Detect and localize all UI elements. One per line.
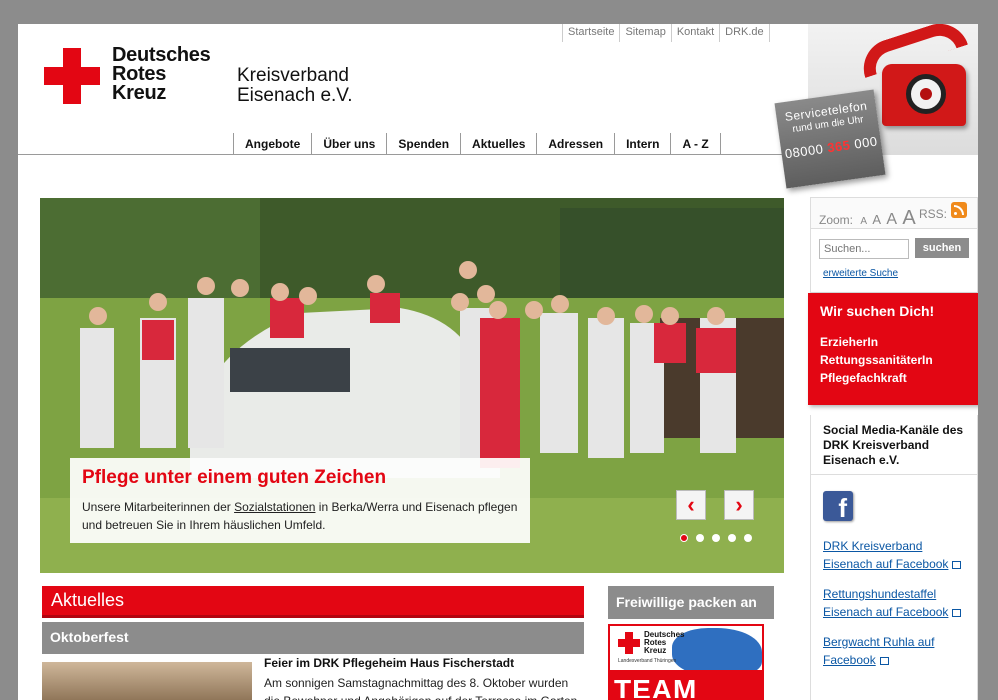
sidebar: Zoom: A A A A RSS: suchen erweiterte Suc…	[808, 197, 978, 700]
sozialstationen-link[interactable]: Sozialstationen	[234, 500, 315, 514]
news-subsection-title[interactable]: Oktoberfest	[42, 622, 584, 654]
tools-bar: Zoom: A A A A RSS:	[810, 197, 978, 229]
news-headline[interactable]: Feier im DRK Pflegeheim Haus Fischerstad…	[264, 656, 514, 670]
org-line: Eisenach e.V.	[237, 85, 353, 106]
external-link-icon	[952, 560, 962, 569]
jobs-box[interactable]: Wir suchen Dich! ErzieherIn Rettungssani…	[808, 293, 978, 405]
job-item[interactable]: RettungssanitäterIn	[820, 351, 978, 369]
search-box: suchen erweiterte Suche	[810, 229, 978, 293]
social-links: DRK Kreisverband Eisenach auf Facebook R…	[811, 521, 977, 697]
page: Deutsches Rotes Kreuz Kreisverband Eisen…	[18, 24, 978, 700]
nav-sitemap[interactable]: Sitemap	[619, 24, 670, 42]
zoom-medium-button[interactable]: A	[872, 212, 881, 227]
nav-startseite[interactable]: Startseite	[562, 24, 619, 42]
nav-a-z[interactable]: A - Z	[670, 133, 721, 155]
search-button[interactable]: suchen	[915, 238, 969, 258]
job-item[interactable]: Pflegefachkraft	[820, 369, 978, 387]
external-link-icon	[879, 656, 889, 665]
advanced-search-link[interactable]: erweiterte Suche	[823, 268, 898, 279]
hero-slider: Pflege unter einem guten Zeichen Unsere …	[40, 198, 784, 573]
slider-dot-2[interactable]	[696, 534, 704, 542]
nav-intern[interactable]: Intern	[614, 133, 670, 155]
facebook-link-rettungshundestaffel[interactable]: Rettungshundestaffel Eisenach auf Facebo…	[823, 585, 965, 621]
main-nav: Angebote Über uns Spenden Aktuelles Adre…	[233, 133, 721, 155]
brand-line: Kreuz	[112, 82, 167, 104]
zoom-label: Zoom:	[819, 213, 854, 227]
volunteer-subtitle: Landesverband Thüringen	[618, 658, 677, 664]
service-phone-number: 08000 365 000	[783, 133, 879, 162]
slider-dots	[680, 534, 752, 542]
nav-ueber-uns[interactable]: Über uns	[311, 133, 386, 155]
slide-text: Unsere Mitarbeiterinnen der Sozialstatio…	[82, 500, 518, 532]
slider-dot-4[interactable]	[728, 534, 736, 542]
volunteer-title: Freiwillige packen an	[608, 586, 774, 619]
slider-next-button[interactable]: ›	[724, 490, 754, 520]
search-input[interactable]	[819, 239, 909, 259]
slider-dot-5[interactable]	[744, 534, 752, 542]
nav-drk-de[interactable]: DRK.de	[719, 24, 770, 42]
zoom-xlarge-button[interactable]: A	[902, 207, 915, 229]
facebook-icon[interactable]: f	[823, 491, 853, 523]
slide-title[interactable]: Pflege unter einem guten Zeichen	[82, 467, 518, 489]
rss-label: RSS:	[919, 207, 948, 221]
phone-dial	[906, 74, 946, 114]
zoom-large-button[interactable]: A	[886, 211, 897, 228]
slider-prev-button[interactable]: ‹	[676, 490, 706, 520]
jobs-list: ErzieherIn RettungssanitäterIn Pflegefac…	[820, 333, 978, 387]
nav-adressen[interactable]: Adressen	[536, 133, 614, 155]
zoom-small-button[interactable]: A	[860, 216, 867, 227]
news-section-title: Aktuelles	[42, 586, 584, 618]
service-phone-sign[interactable]: Servicetelefon rund um die Uhr 08000 365…	[774, 89, 886, 189]
job-item[interactable]: ErzieherIn	[820, 333, 978, 351]
red-telephone-icon	[882, 64, 966, 126]
drk-cross-small-logo	[618, 632, 640, 654]
zoom-control: Zoom: A A A A	[819, 207, 916, 230]
rss-icon[interactable]	[951, 202, 967, 218]
nav-spenden[interactable]: Spenden	[386, 133, 460, 155]
drk-brand-name[interactable]: Deutsches Rotes Kreuz	[112, 45, 211, 104]
facebook-link-bergwacht[interactable]: Bergwacht Ruhla auf Facebook	[823, 633, 965, 669]
slider-dot-3[interactable]	[712, 534, 720, 542]
organization-name: Kreisverband Eisenach e.V.	[237, 66, 353, 106]
facebook-link-kreisverband[interactable]: DRK Kreisverband Eisenach auf Facebook	[823, 537, 965, 573]
service-nav: Startseite Sitemap Kontakt DRK.de	[562, 24, 770, 42]
nav-kontakt[interactable]: Kontakt	[670, 24, 719, 42]
news-image[interactable]	[42, 662, 252, 700]
slide-caption: Pflege unter einem guten Zeichen Unsere …	[70, 458, 530, 543]
thuringia-map-graphic	[672, 628, 762, 676]
external-link-icon	[952, 608, 962, 617]
nav-aktuelles[interactable]: Aktuelles	[460, 133, 536, 155]
slider-dot-1[interactable]	[680, 534, 688, 542]
nav-angebote[interactable]: Angebote	[233, 133, 311, 155]
social-media-box: Social Media-Kanäle des DRK Kreisverband…	[810, 415, 978, 700]
social-title: Social Media-Kanäle des DRK Kreisverband…	[811, 415, 977, 475]
news-text: Am sonnigen Samstagnachmittag des 8. Okt…	[264, 676, 577, 700]
drk-cross-logo[interactable]	[44, 48, 100, 104]
team-thueringen-text: TEAM THÜRINGEN	[610, 670, 762, 698]
org-line: Kreisverband	[237, 65, 349, 86]
team-thueringen-banner[interactable]: Deutsches Rotes Kreuz Landesverband Thür…	[608, 624, 764, 700]
jobs-title[interactable]: Wir suchen Dich!	[820, 303, 978, 319]
volunteer-brand: Deutsches Rotes Kreuz	[644, 630, 685, 655]
